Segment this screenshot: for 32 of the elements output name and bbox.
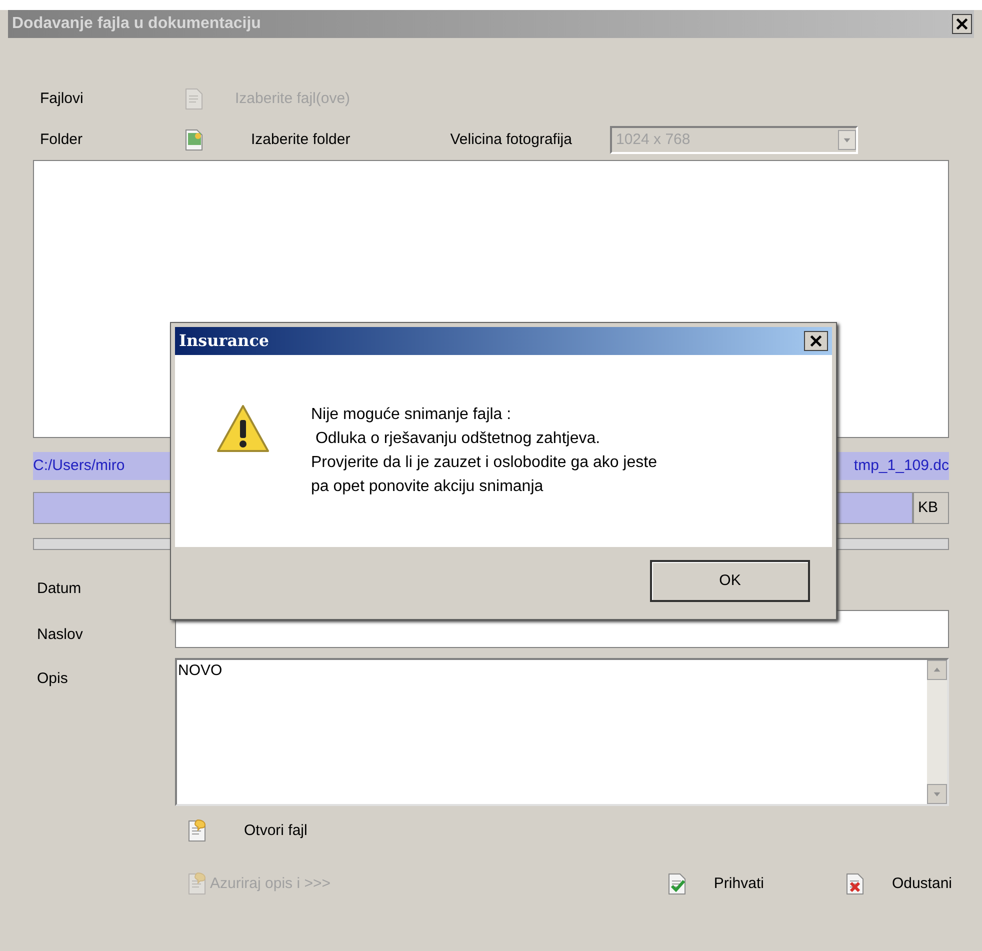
warning-icon	[215, 403, 271, 455]
error-message: Nije moguće snimanje fajla : Odluka o rješavanju odštetnog zahtjeva. Provjerite da li je zauzet i oslobodite ga ako jeste pa opet ponovite akciju snimanja	[311, 405, 657, 497]
delete-icon	[844, 872, 866, 896]
path-text: tmp_1_109.dc	[854, 456, 949, 476]
path-text: C:/Users/miro	[33, 456, 125, 476]
field-label: Naslov	[36, 625, 84, 645]
field-label: Datum	[36, 579, 82, 599]
picture-icon	[183, 128, 205, 152]
cancel-button[interactable]: Odustani	[844, 872, 952, 896]
close-icon	[810, 335, 822, 347]
open-file-button[interactable]: Otvori fajl	[186, 816, 308, 846]
document-icon	[186, 819, 208, 843]
field-label: Fajlovi	[39, 88, 84, 109]
field-label: Opis	[36, 669, 69, 689]
field-label: Folder	[39, 130, 84, 150]
document-icon	[183, 87, 205, 111]
close-button[interactable]	[952, 14, 972, 34]
ok-button[interactable]: OK	[650, 560, 810, 602]
caret-icon	[842, 136, 851, 144]
field-label: Velicina fotografija	[450, 130, 572, 150]
window-title: Dodavanje fajla u dokumentaciju	[11, 14, 262, 34]
close-button[interactable]	[804, 331, 828, 351]
document-icon	[186, 872, 208, 896]
close-icon	[956, 18, 968, 30]
caret-up-icon	[933, 666, 941, 674]
accept-button[interactable]: Prihvati	[666, 872, 764, 896]
caret-icon	[933, 790, 941, 798]
dialog-title: Insurance	[178, 330, 270, 352]
check-icon	[666, 872, 688, 896]
unit-label: KB	[913, 492, 949, 524]
description-text-area[interactable]: NOVO	[175, 658, 949, 806]
select-folder-button[interactable]: Izaberite folder	[183, 128, 350, 152]
